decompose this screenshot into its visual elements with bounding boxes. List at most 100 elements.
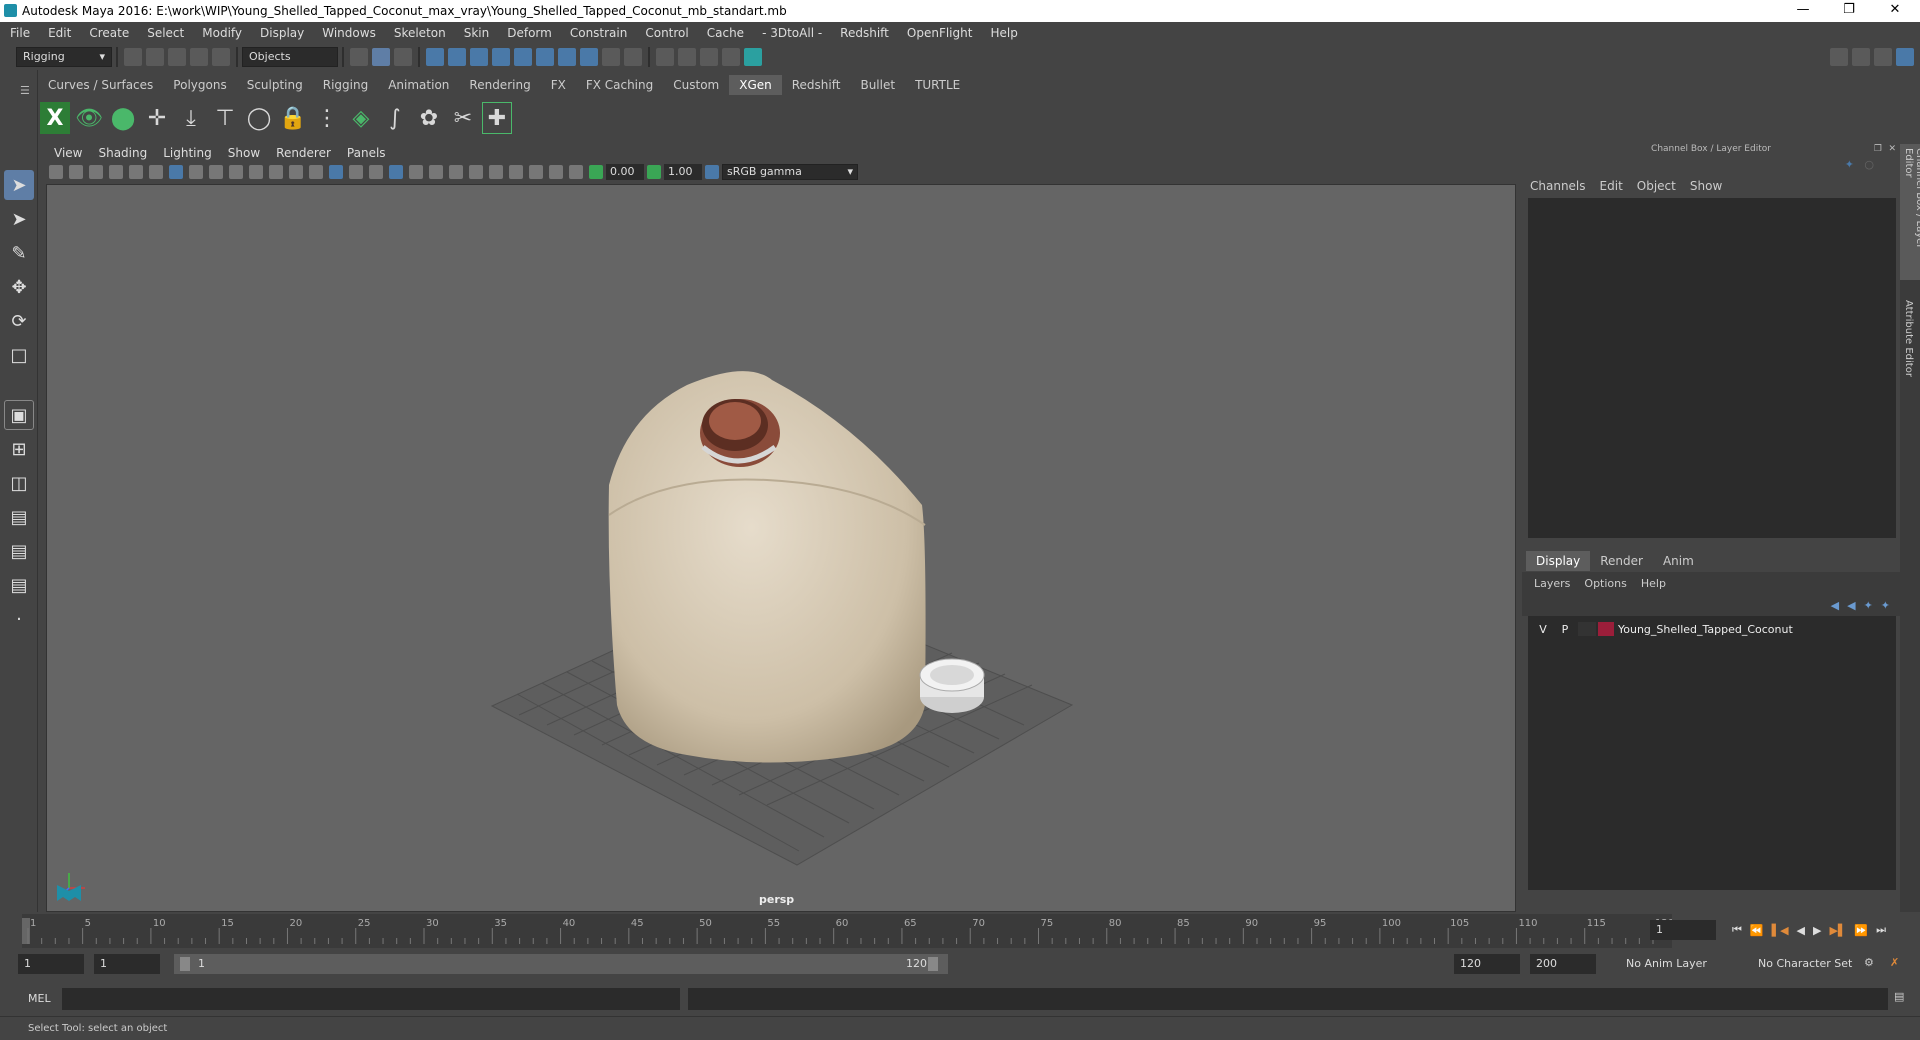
- menu-windows[interactable]: Windows: [322, 26, 376, 40]
- tab-animation[interactable]: Animation: [378, 75, 459, 95]
- select-object-icon[interactable]: [372, 48, 390, 66]
- new-scene-icon[interactable]: [124, 48, 142, 66]
- anim-layer-dropdown[interactable]: No Anim Layer: [1620, 954, 1738, 974]
- paint-select-icon[interactable]: ✎: [4, 238, 34, 268]
- playback-start-field[interactable]: 1: [94, 954, 160, 974]
- range-slider[interactable]: 1 120: [174, 954, 948, 974]
- render-frame-icon[interactable]: [678, 48, 696, 66]
- safe-title-icon[interactable]: [289, 165, 303, 179]
- anti-alias-icon[interactable]: [469, 165, 483, 179]
- layout-single-icon[interactable]: ▣: [4, 400, 34, 430]
- xgen-cut-icon[interactable]: ✂: [448, 102, 478, 134]
- command-language-label[interactable]: MEL: [28, 992, 51, 1005]
- snap-view-plane-icon[interactable]: [492, 48, 510, 66]
- layout-two-icon[interactable]: ◫: [4, 468, 34, 498]
- gate-mask-icon[interactable]: [229, 165, 243, 179]
- xgen-window-icon[interactable]: X: [40, 102, 70, 134]
- current-frame-field[interactable]: 1: [1650, 920, 1716, 940]
- layer-menu-help[interactable]: Help: [1641, 577, 1666, 590]
- lasso-tool-icon[interactable]: ➤: [4, 204, 34, 234]
- menu-skin[interactable]: Skin: [464, 26, 490, 40]
- gamma-icon[interactable]: [647, 165, 661, 179]
- viewport-menu-renderer[interactable]: Renderer: [276, 146, 331, 160]
- open-scene-icon[interactable]: [146, 48, 164, 66]
- camera-lock-icon[interactable]: [69, 165, 83, 179]
- character-set-dropdown[interactable]: No Character Set: [1752, 954, 1872, 974]
- layer-color-swatch[interactable]: [1598, 622, 1614, 636]
- new-layer-selected-icon[interactable]: ✦: [1881, 599, 1890, 612]
- menu-redshift[interactable]: Redshift: [840, 26, 889, 40]
- safe-action-icon[interactable]: [269, 165, 283, 179]
- history-icon[interactable]: [624, 48, 642, 66]
- panel-layout-icon[interactable]: [1852, 48, 1870, 66]
- camera-select-icon[interactable]: [49, 165, 63, 179]
- layer-visibility-toggle[interactable]: V: [1534, 623, 1552, 636]
- snap-curve-icon[interactable]: [448, 48, 466, 66]
- textured-icon[interactable]: [369, 165, 383, 179]
- range-handle-end[interactable]: [928, 957, 938, 971]
- xgen-sculpt-icon[interactable]: ◯: [244, 102, 274, 134]
- menu-control[interactable]: Control: [645, 26, 688, 40]
- exposure-icon[interactable]: [589, 165, 603, 179]
- menu-edit[interactable]: Edit: [48, 26, 71, 40]
- tab-turtle[interactable]: TURTLE: [905, 75, 970, 95]
- resolution-gate-icon[interactable]: [209, 165, 223, 179]
- xgen-bend-icon[interactable]: ∫: [380, 102, 410, 134]
- select-hierarchy-icon[interactable]: [350, 48, 368, 66]
- xgen-render-icon[interactable]: ⬤: [108, 102, 138, 134]
- viewport-menu-view[interactable]: View: [54, 146, 82, 160]
- channelbox-menu-show[interactable]: Show: [1690, 179, 1722, 193]
- snap-vertex-icon[interactable]: [558, 48, 576, 66]
- preferences-icon[interactable]: ✗: [1890, 956, 1899, 969]
- xgen-add-guide-icon[interactable]: ✛: [142, 102, 172, 134]
- layer-row[interactable]: V P Young_Shelled_Tapped_Coconut: [1528, 620, 1896, 638]
- more-layouts-icon[interactable]: ·: [4, 604, 34, 634]
- tab-fx-caching[interactable]: FX Caching: [576, 75, 663, 95]
- go-to-end-icon[interactable]: ⏭: [1876, 923, 1886, 937]
- auto-key-icon[interactable]: ⚙: [1864, 956, 1874, 969]
- close-panel-icon[interactable]: ✕: [1888, 144, 1896, 154]
- layout-four-icon[interactable]: ⊞: [4, 434, 34, 464]
- camera-attr-icon[interactable]: [149, 165, 163, 179]
- viewport-menu-lighting[interactable]: Lighting: [163, 146, 212, 160]
- layer-menu-options[interactable]: Options: [1584, 577, 1626, 590]
- step-forward-key-icon[interactable]: ⏩: [1854, 924, 1868, 937]
- xgen-preview-icon[interactable]: 👁: [74, 102, 104, 134]
- shadows-icon[interactable]: [409, 165, 423, 179]
- gamma-field[interactable]: 1.00: [664, 164, 702, 180]
- menuset-dropdown[interactable]: Rigging ▾: [16, 47, 112, 67]
- smooth-shade-icon[interactable]: [329, 165, 343, 179]
- step-forward-frame-icon[interactable]: ▶▌: [1829, 924, 1846, 937]
- grease-pencil-icon[interactable]: [129, 165, 143, 179]
- rotate-tool-icon[interactable]: ⟳: [4, 306, 34, 336]
- side-tab-channel-box[interactable]: Channel Box / Layer Editor: [1900, 144, 1920, 280]
- tab-sculpting[interactable]: Sculpting: [237, 75, 313, 95]
- default-light-icon[interactable]: [349, 165, 363, 179]
- range-handle-start[interactable]: [180, 957, 190, 971]
- move-layer-up-icon[interactable]: ◀: [1831, 599, 1839, 612]
- time-slider[interactable]: 1 5 10 15 20 25 30 35 40 45 50 55 60 65 70 75 80 85 90 95 10…: [0, 914, 1920, 948]
- viewport-menu-shading[interactable]: Shading: [98, 146, 147, 160]
- tab-rigging[interactable]: Rigging: [313, 75, 378, 95]
- snap-help-icon[interactable]: [580, 48, 598, 66]
- xgen-comb-icon[interactable]: ✿: [414, 102, 444, 134]
- menu-3dtoall[interactable]: - 3DtoAll -: [762, 26, 822, 40]
- menu-select[interactable]: Select: [147, 26, 184, 40]
- xray-joints-icon[interactable]: [549, 165, 563, 179]
- layout-outliner-icon[interactable]: ▤: [4, 502, 34, 532]
- tab-fx[interactable]: FX: [541, 75, 576, 95]
- xgen-toggle-icon[interactable]: ✚: [482, 102, 512, 134]
- depth-of-field-icon[interactable]: [489, 165, 503, 179]
- menu-file[interactable]: File: [10, 26, 30, 40]
- playback-end-field[interactable]: 120: [1454, 954, 1520, 974]
- layer-type-toggle[interactable]: [1578, 622, 1596, 636]
- film-gate-icon[interactable]: [189, 165, 203, 179]
- undo-icon[interactable]: [190, 48, 208, 66]
- ipr-render-icon[interactable]: [700, 48, 718, 66]
- menu-cache[interactable]: Cache: [707, 26, 744, 40]
- selection-mode-dropdown[interactable]: Objects: [242, 47, 338, 67]
- motion-blur-icon[interactable]: [449, 165, 463, 179]
- viewport-menu-panels[interactable]: Panels: [347, 146, 386, 160]
- layer-tab-display[interactable]: Display: [1526, 551, 1591, 571]
- restore-button[interactable]: ❐: [1826, 0, 1872, 22]
